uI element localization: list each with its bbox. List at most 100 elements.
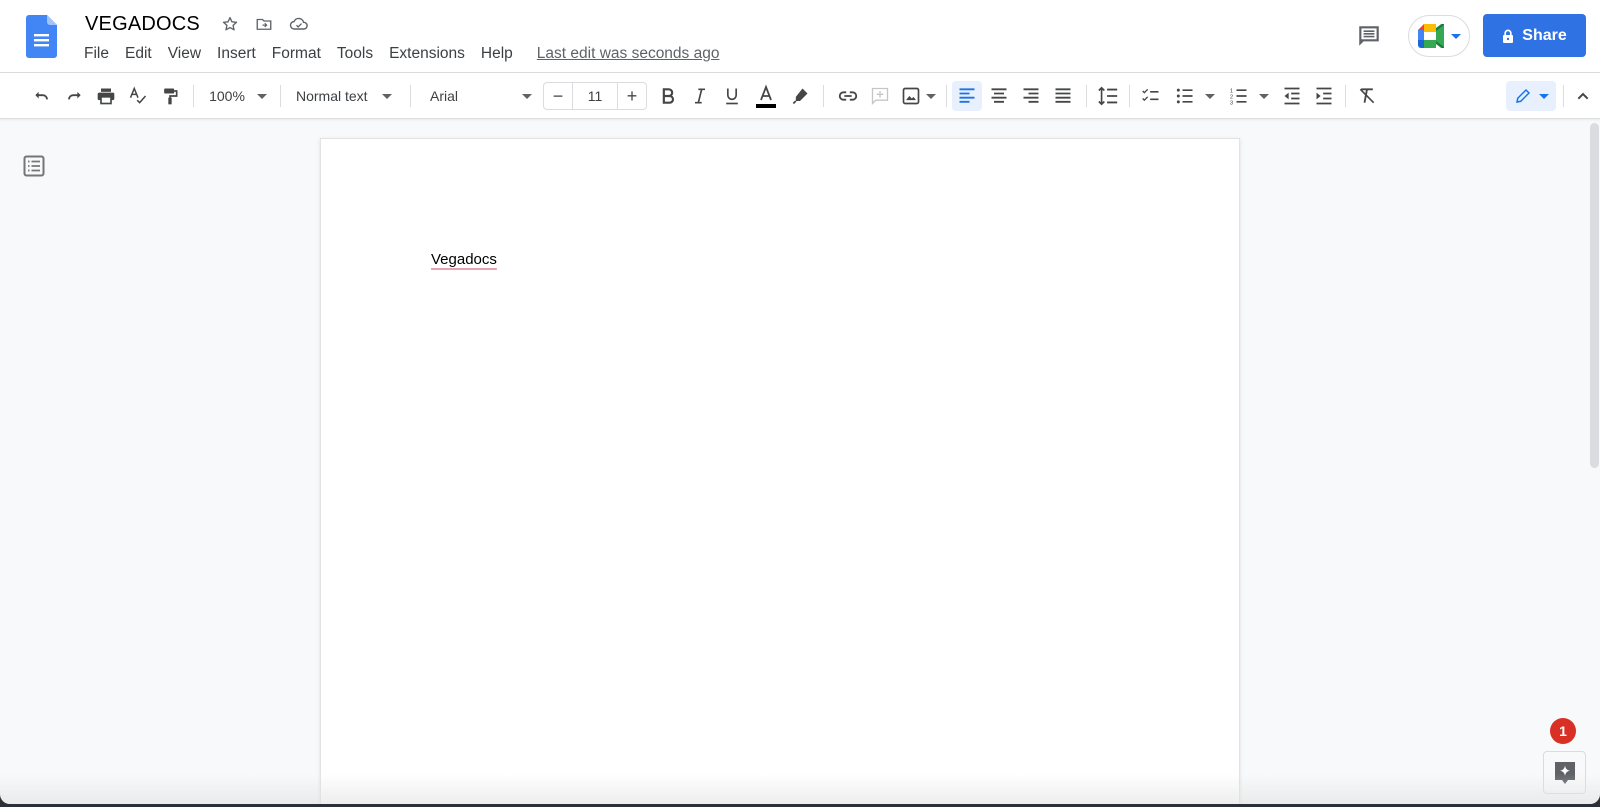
- clear-formatting-icon: [1357, 86, 1377, 106]
- redo-button[interactable]: [60, 82, 88, 110]
- decrease-indent-button[interactable]: [1278, 82, 1306, 110]
- bulleted-list-button[interactable]: [1170, 82, 1220, 110]
- document-page[interactable]: Vegadocs: [320, 138, 1240, 804]
- meet-icon: [1418, 24, 1448, 48]
- increase-font-size-button[interactable]: +: [618, 83, 646, 109]
- numbered-list-icon: 123: [1229, 86, 1249, 106]
- menu-extensions[interactable]: Extensions: [381, 42, 473, 66]
- toolbar-divider: [280, 85, 281, 107]
- document-title[interactable]: VEGADOCS: [83, 11, 202, 37]
- checklist-button[interactable]: [1137, 82, 1165, 110]
- spellcheck-button[interactable]: [124, 82, 152, 110]
- chevron-down-icon: [382, 94, 392, 99]
- decrease-font-size-button[interactable]: −: [544, 83, 572, 109]
- document-outline-button[interactable]: [22, 154, 46, 178]
- text-color-icon: [753, 83, 779, 109]
- add-comment-button[interactable]: [866, 82, 894, 110]
- redo-icon: [64, 86, 84, 106]
- link-icon: [837, 85, 859, 107]
- star-icon[interactable]: [219, 13, 241, 35]
- zoom-value: 100%: [209, 88, 245, 104]
- insert-link-button[interactable]: [834, 82, 862, 110]
- menu-format[interactable]: Format: [264, 42, 329, 66]
- formatting-toolbar: 100% Normal text Arial − 11 +: [0, 73, 1600, 119]
- insert-image-button[interactable]: [898, 82, 938, 110]
- clear-formatting-button[interactable]: [1353, 82, 1381, 110]
- font-family-value: Arial: [430, 88, 458, 104]
- header: VEGADOCS File Edit View Insert Format To…: [0, 0, 1600, 73]
- highlight-color-button[interactable]: [786, 82, 814, 110]
- chevron-up-icon: [1575, 88, 1591, 104]
- toolbar-divider: [410, 85, 411, 107]
- italic-icon: [690, 86, 710, 106]
- image-icon: [901, 86, 921, 106]
- chevron-down-icon: [1205, 94, 1215, 99]
- align-right-icon: [1021, 86, 1041, 106]
- menu-insert[interactable]: Insert: [209, 42, 264, 66]
- docs-logo-icon[interactable]: [26, 15, 57, 58]
- align-left-button[interactable]: [952, 81, 982, 111]
- menu-help[interactable]: Help: [473, 42, 521, 66]
- highlighter-icon: [790, 86, 810, 106]
- chevron-down-icon: [926, 94, 936, 99]
- justify-button[interactable]: [1049, 82, 1077, 110]
- svg-text:3: 3: [1230, 100, 1233, 106]
- align-center-button[interactable]: [985, 82, 1013, 110]
- toolbar-divider: [1563, 85, 1564, 107]
- vertical-scrollbar[interactable]: [1590, 123, 1599, 468]
- toolbar-divider: [1345, 85, 1346, 107]
- zoom-select[interactable]: 100%: [202, 82, 274, 110]
- italic-button[interactable]: [686, 82, 714, 110]
- chevron-down-icon: [257, 94, 267, 99]
- underline-button[interactable]: [718, 82, 746, 110]
- bold-icon: [658, 86, 678, 106]
- move-to-folder-icon[interactable]: [253, 13, 275, 35]
- toolbar-divider: [946, 85, 947, 107]
- checklist-icon: [1141, 86, 1161, 106]
- toolbar-divider: [1129, 85, 1130, 107]
- print-button[interactable]: [92, 82, 120, 110]
- pencil-icon: [1514, 87, 1532, 105]
- increase-indent-button[interactable]: [1310, 82, 1338, 110]
- menu-tools[interactable]: Tools: [329, 42, 381, 66]
- menu-edit[interactable]: Edit: [117, 42, 160, 66]
- align-center-icon: [989, 86, 1009, 106]
- meet-dropdown-caret-icon: [1451, 34, 1461, 39]
- toolbar-divider: [1086, 85, 1087, 107]
- menu-view[interactable]: View: [160, 42, 209, 66]
- hide-menus-button[interactable]: [1570, 82, 1596, 110]
- toolbar-divider: [193, 85, 194, 107]
- font-size-input[interactable]: 11: [572, 83, 618, 109]
- numbered-list-button[interactable]: 123: [1224, 82, 1274, 110]
- text-color-button[interactable]: [752, 82, 780, 110]
- align-left-icon: [957, 86, 977, 106]
- line-spacing-icon: [1097, 85, 1119, 107]
- font-size-stepper: − 11 +: [543, 82, 647, 110]
- line-spacing-button[interactable]: [1094, 82, 1122, 110]
- menu-bar: File Edit View Insert Format Tools Exten…: [76, 42, 719, 66]
- undo-button[interactable]: [28, 82, 56, 110]
- paint-format-icon: [160, 86, 180, 106]
- meet-button[interactable]: [1408, 15, 1470, 57]
- comments-button[interactable]: [1353, 20, 1385, 52]
- paragraph-style-value: Normal text: [296, 88, 368, 104]
- last-edit-link[interactable]: Last edit was seconds ago: [537, 45, 720, 63]
- undo-icon: [32, 86, 52, 106]
- document-outline-icon: [22, 154, 46, 178]
- bold-button[interactable]: [654, 82, 682, 110]
- paragraph-style-select[interactable]: Normal text: [290, 82, 402, 110]
- justify-icon: [1053, 86, 1073, 106]
- font-family-select[interactable]: Arial: [420, 82, 536, 110]
- add-comment-icon: [870, 86, 890, 106]
- increase-indent-icon: [1314, 86, 1334, 106]
- cloud-saved-icon[interactable]: [288, 13, 310, 35]
- app-window: VEGADOCS File Edit View Insert Format To…: [0, 0, 1600, 804]
- lock-icon: [1502, 29, 1514, 43]
- document-body-text[interactable]: Vegadocs: [431, 251, 497, 268]
- explore-button[interactable]: [1543, 751, 1586, 794]
- share-button[interactable]: Share: [1483, 14, 1586, 57]
- paint-format-button[interactable]: [156, 82, 184, 110]
- editing-mode-button[interactable]: [1506, 81, 1556, 111]
- align-right-button[interactable]: [1017, 82, 1045, 110]
- menu-file[interactable]: File: [76, 42, 117, 66]
